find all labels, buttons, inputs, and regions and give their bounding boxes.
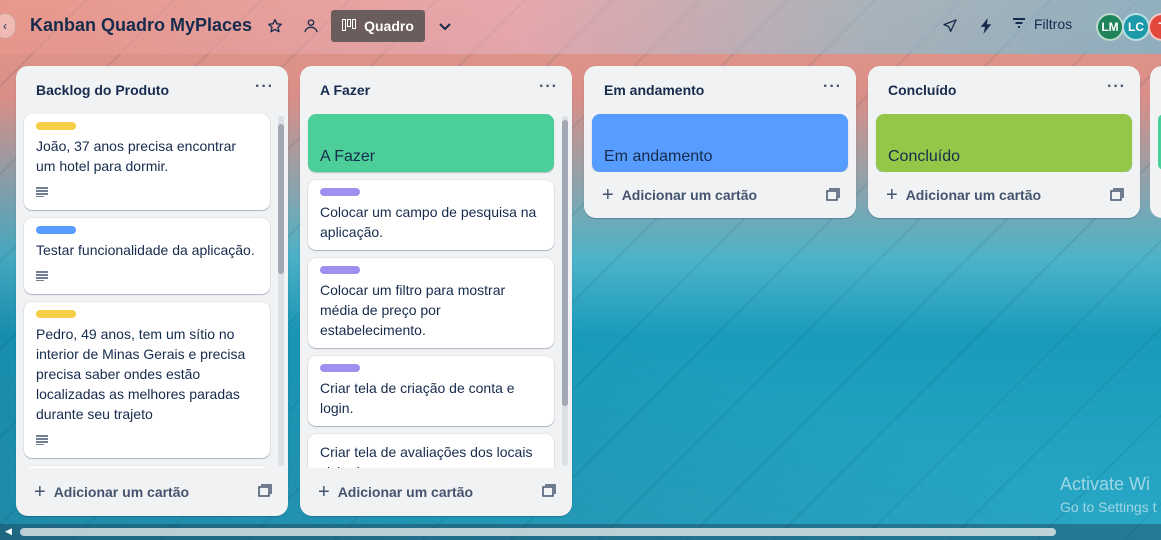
board-title[interactable]: Kanban Quadro MyPlaces <box>30 15 252 36</box>
watermark-line2: Go to Settings t <box>1060 499 1157 515</box>
board-header: ‹ Kanban Quadro MyPlaces Quadro Filtros … <box>0 0 1161 54</box>
card[interactable]: Criar tela de avaliações dos locais visi… <box>308 434 554 468</box>
cover-card[interactable]: A Fazer <box>308 114 554 172</box>
scrollbar-thumb[interactable] <box>278 124 284 274</box>
card-title: Criar tela de criação de conta e login. <box>320 380 515 416</box>
list-em-andamento: Em andamento ··· Em andamento + Adiciona… <box>584 66 856 218</box>
vertical-scrollbar[interactable] <box>278 116 284 466</box>
card[interactable]: Testar funcionalidade da aplicação. <box>24 218 270 294</box>
card-list: Em andamento <box>584 114 856 172</box>
watermark-line1: Activate Wi <box>1060 474 1151 494</box>
plus-icon: + <box>318 480 330 503</box>
cover-card[interactable]: Em andamento <box>592 114 848 172</box>
description-icon <box>36 266 258 286</box>
card-label[interactable] <box>36 226 76 234</box>
card-label[interactable] <box>320 266 360 274</box>
people-icon[interactable] <box>300 15 322 37</box>
template-icon[interactable] <box>1110 188 1124 205</box>
add-card-button[interactable]: + Adicionar um cartão <box>16 468 288 516</box>
card[interactable]: João, 37 anos precisa encontrar um hotel… <box>24 114 270 210</box>
plus-icon: + <box>34 480 46 503</box>
add-card-label: Adicionar um cartão <box>621 187 758 203</box>
list-title[interactable]: Em andamento <box>604 82 704 98</box>
list-title[interactable]: Backlog do Produto <box>36 82 169 98</box>
card-title: Criar tela de avaliações dos locais visi… <box>320 444 533 468</box>
chevron-down-icon[interactable] <box>434 15 456 37</box>
card-title: Testar funcionalidade da aplicação. <box>36 242 255 258</box>
cover-card-title: A Fazer <box>320 148 376 165</box>
more-icon[interactable]: ··· <box>823 78 842 96</box>
filters-button[interactable]: Filtros <box>1012 16 1072 32</box>
filters-label: Filtros <box>1034 16 1073 32</box>
cover-card-title: Concluído <box>888 148 961 165</box>
scroll-left-icon[interactable]: ◀ <box>5 526 12 537</box>
avatar[interactable]: LC <box>1122 13 1150 41</box>
list-concluido: Concluído ··· Concluído + Adicionar um c… <box>868 66 1140 218</box>
board-view-button[interactable]: Quadro <box>331 10 425 42</box>
add-card-label: Adicionar um cartão <box>905 187 1042 203</box>
list-backlog: Backlog do Produto ··· João, 37 anos pre… <box>16 66 288 516</box>
card-label[interactable] <box>36 122 76 130</box>
list-title[interactable]: Concluído <box>888 82 956 98</box>
template-icon[interactable] <box>258 484 272 501</box>
plus-icon: + <box>886 183 898 206</box>
cover-card[interactable]: Concluído <box>876 114 1132 172</box>
list-header[interactable]: Concluído ··· <box>868 66 1140 114</box>
list-header[interactable]: A Fazer ··· <box>300 66 572 114</box>
card-title: Colocar um campo de pesquisa na aplicaçã… <box>320 204 537 240</box>
scrollbar-thumb[interactable] <box>562 120 568 406</box>
card-list: A Fazer Colocar um campo de pesquisa na … <box>300 114 572 468</box>
card-label[interactable] <box>36 310 76 318</box>
card-title: João, 37 anos precisa encontrar um hotel… <box>36 138 237 174</box>
add-card-label: Adicionar um cartão <box>337 484 474 500</box>
card-title: Pedro, 49 anos, tem um sítio no interior… <box>36 326 246 422</box>
list-header[interactable]: Backlog do Produto ··· <box>16 66 288 114</box>
board-icon <box>342 18 357 34</box>
more-icon[interactable]: ··· <box>1107 78 1126 96</box>
add-card-button[interactable]: + Adicionar um cartão <box>300 468 572 516</box>
add-card-button[interactable]: + Adicionar um cartão <box>868 172 1140 218</box>
add-card-label: Adicionar um cartão <box>53 484 190 500</box>
list-header[interactable]: Em andamento ··· <box>584 66 856 114</box>
card-label[interactable] <box>320 188 360 196</box>
card-list: João, 37 anos precisa encontrar um hotel… <box>16 114 288 468</box>
cover-card-title: Em andamento <box>604 148 713 165</box>
filter-icon <box>1012 16 1026 32</box>
card-list: Concluído <box>868 114 1140 172</box>
plus-icon: + <box>602 183 614 206</box>
lightning-icon[interactable] <box>975 15 997 37</box>
template-icon[interactable] <box>826 188 840 205</box>
star-icon[interactable] <box>264 15 286 37</box>
list-a-fazer: A Fazer ··· A Fazer Colocar um campo de … <box>300 66 572 516</box>
avatar[interactable]: LM <box>1096 13 1124 41</box>
card-title: Colocar um filtro para mostrar média de … <box>320 282 506 338</box>
chevron-left-icon[interactable]: ‹ <box>0 13 16 39</box>
description-icon <box>36 430 258 450</box>
avatar[interactable]: T <box>1148 13 1161 41</box>
vertical-scrollbar[interactable] <box>562 116 568 466</box>
more-icon[interactable]: ··· <box>255 78 274 96</box>
scrollbar-thumb[interactable] <box>20 528 1056 536</box>
card-label[interactable] <box>320 364 360 372</box>
more-icon[interactable]: ··· <box>539 78 558 96</box>
card[interactable]: Pedro, 49 anos, tem um sítio no interior… <box>24 302 270 458</box>
board-view-label: Quadro <box>364 18 414 34</box>
rocket-icon[interactable] <box>939 15 961 37</box>
activation-watermark: Activate Wi Go to Settings t <box>1060 474 1157 515</box>
add-card-button[interactable]: + Adicionar um cartão <box>584 172 856 218</box>
template-icon[interactable] <box>542 484 556 501</box>
card[interactable]: Criar tela de criação de conta e login. <box>308 356 554 426</box>
list-title[interactable]: A Fazer <box>320 82 370 98</box>
horizontal-scrollbar[interactable]: ◀ <box>0 524 1161 540</box>
card[interactable]: Colocar um filtro para mostrar média de … <box>308 258 554 348</box>
card[interactable]: Colocar um campo de pesquisa na aplicaçã… <box>308 180 554 250</box>
description-icon <box>36 182 258 202</box>
